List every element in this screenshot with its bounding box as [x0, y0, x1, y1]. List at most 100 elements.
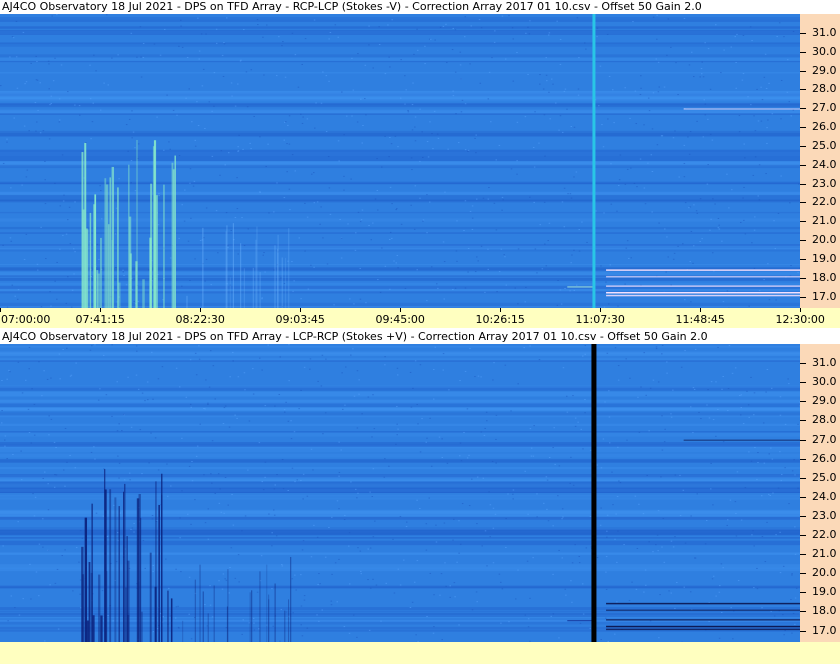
- noise-speck: [773, 220, 775, 222]
- noise-speck: [336, 601, 339, 603]
- freq-band: [0, 58, 800, 61]
- noise-speck: [302, 498, 304, 500]
- noise-speck: [310, 556, 313, 558]
- noise-speck: [561, 131, 564, 133]
- noise-speck: [717, 227, 720, 229]
- noise-speck: [426, 141, 429, 143]
- noise-speck: [575, 171, 578, 173]
- noise-speck: [449, 585, 451, 587]
- noise-speck: [396, 434, 398, 436]
- noise-speck: [447, 148, 449, 150]
- noise-speck: [680, 366, 683, 368]
- noise-speck: [246, 106, 249, 108]
- noise-speck: [614, 633, 616, 635]
- noise-speck: [530, 447, 533, 449]
- noise-speck: [495, 438, 497, 440]
- noise-speck: [563, 187, 566, 189]
- noise-speck: [784, 423, 787, 425]
- y-tick: [800, 439, 806, 441]
- noise-speck: [482, 197, 485, 199]
- noise-speck: [261, 369, 263, 371]
- noise-speck: [575, 284, 578, 286]
- noise-speck: [317, 584, 319, 586]
- noise-speck: [489, 504, 492, 506]
- noise-speck: [610, 163, 612, 165]
- noise-speck: [32, 493, 34, 495]
- noise-speck: [39, 82, 42, 84]
- noise-speck: [258, 442, 261, 444]
- noise-speck: [765, 87, 768, 89]
- y-tick-label: 30.0: [812, 375, 837, 389]
- noise-speck: [306, 627, 309, 629]
- noise-speck: [181, 204, 183, 206]
- noise-speck: [262, 254, 265, 256]
- noise-speck: [579, 622, 582, 624]
- noise-speck: [265, 165, 267, 167]
- noise-speck: [687, 136, 689, 138]
- noise-speck: [428, 201, 431, 203]
- noise-speck: [388, 156, 390, 158]
- noise-speck: [44, 179, 46, 181]
- y-tick-label: 28.0: [812, 413, 837, 427]
- noise-speck: [54, 182, 56, 184]
- noise-speck: [599, 65, 602, 67]
- noise-speck: [605, 556, 608, 558]
- freq-band: [0, 585, 800, 589]
- noise-speck: [17, 289, 20, 291]
- noise-speck: [307, 288, 310, 290]
- noise-speck: [73, 273, 75, 275]
- y-tick: [800, 458, 806, 460]
- noise-speck: [338, 508, 340, 510]
- noise-speck: [771, 458, 774, 460]
- freq-band: [0, 271, 800, 275]
- noise-speck: [487, 198, 490, 200]
- noise-speck: [368, 629, 371, 631]
- y-tick-label: 31.0: [812, 25, 837, 39]
- noise-speck: [421, 418, 423, 420]
- noise-speck: [536, 493, 538, 495]
- noise-speck: [56, 14, 58, 16]
- noise-speck: [726, 519, 729, 521]
- noise-speck: [123, 413, 125, 415]
- noise-speck: [224, 578, 226, 580]
- noise-speck: [454, 29, 457, 31]
- noise-speck: [116, 532, 119, 534]
- noise-speck: [481, 545, 483, 547]
- noise-speck: [596, 557, 599, 559]
- noise-speck: [369, 547, 372, 549]
- noise-speck: [90, 451, 93, 453]
- noise-speck: [605, 588, 608, 590]
- freq-band: [0, 407, 800, 411]
- noise-speck: [237, 253, 239, 255]
- freq-band: [0, 447, 800, 453]
- noise-speck: [656, 14, 658, 16]
- noise-speck: [415, 634, 417, 636]
- x-tick: [600, 308, 601, 312]
- noise-speck: [773, 615, 776, 617]
- noise-speck: [322, 433, 324, 435]
- noise-speck: [365, 302, 367, 304]
- noise-speck: [283, 411, 286, 413]
- noise-speck: [62, 200, 65, 202]
- noise-speck: [146, 381, 149, 383]
- noise-speck: [642, 513, 645, 515]
- noise-speck: [743, 219, 745, 221]
- noise-speck: [729, 499, 732, 501]
- noise-speck: [743, 186, 745, 188]
- noise-speck: [6, 458, 8, 460]
- noise-speck: [715, 595, 717, 597]
- noise-speck: [331, 516, 333, 518]
- noise-speck: [657, 381, 660, 383]
- noise-speck: [761, 536, 764, 538]
- noise-speck: [600, 639, 602, 641]
- noise-speck: [93, 446, 95, 448]
- noise-speck: [139, 26, 142, 28]
- noise-speck: [524, 614, 527, 616]
- noise-speck: [35, 55, 37, 57]
- noise-speck: [341, 91, 343, 93]
- noise-speck: [644, 203, 647, 205]
- burst-streak: [154, 586, 157, 642]
- noise-speck: [558, 465, 561, 467]
- noise-speck: [17, 521, 19, 523]
- noise-speck: [738, 115, 741, 117]
